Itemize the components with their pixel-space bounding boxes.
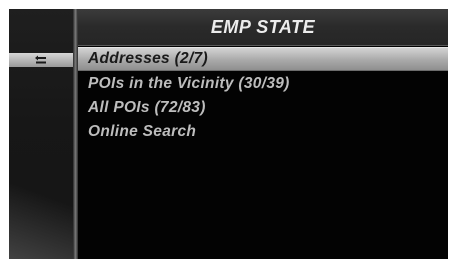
page-title: EMP STATE (78, 9, 448, 45)
menu-item-all-pois[interactable]: All POIs (72/83) (78, 96, 448, 120)
sidebar (9, 9, 73, 259)
back-button[interactable] (9, 53, 73, 67)
menu-item-addresses[interactable]: Addresses (2/7) (78, 47, 448, 71)
menu-item-online-search[interactable]: Online Search (78, 120, 448, 144)
header-divider (78, 45, 448, 46)
menu-item-pois-vicinity[interactable]: POIs in the Vicinity (30/39) (78, 72, 448, 96)
content-panel: EMP STATE Addresses (2/7) POIs in the Vi… (78, 9, 448, 259)
back-arrow-icon (35, 55, 46, 64)
sidebar-glow (9, 164, 73, 259)
nav-screen: EMP STATE Addresses (2/7) POIs in the Vi… (9, 9, 448, 259)
